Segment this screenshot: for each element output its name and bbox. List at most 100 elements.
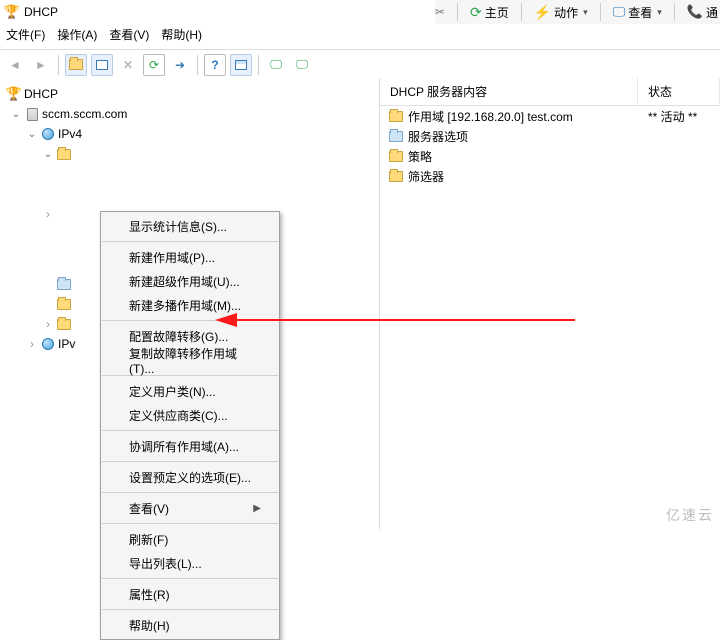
tree-ipv-label: IPv xyxy=(58,337,75,351)
tool-help-button[interactable]: ? xyxy=(204,54,226,76)
expand-icon[interactable] xyxy=(42,149,54,160)
column-header-status[interactable]: 状态 xyxy=(638,78,720,105)
folder-icon xyxy=(56,276,72,292)
expand-icon[interactable] xyxy=(10,109,22,120)
server-icon xyxy=(24,106,40,122)
refresh-icon: ⟳ xyxy=(470,4,482,21)
x-icon: ✕ xyxy=(123,58,133,72)
help-icon: ? xyxy=(211,58,218,72)
ctx-vendor-classes[interactable]: 定义供应商类(C)... xyxy=(101,403,279,427)
ctx-stats[interactable]: 显示统计信息(S)... xyxy=(101,214,279,238)
ribbon-view-button[interactable]: 🖵查看▾ xyxy=(613,4,662,21)
watermark: 亿速云 xyxy=(666,505,714,525)
tree-server[interactable]: sccm.sccm.com xyxy=(6,104,379,124)
menu-file[interactable]: 文件(F) xyxy=(6,26,45,43)
ctx-export[interactable]: 导出列表(L)... xyxy=(101,551,279,575)
ctx-user-classes[interactable]: 定义用户类(N)... xyxy=(101,379,279,403)
tree-ipv4[interactable]: IPv4 xyxy=(6,124,379,144)
ctx-new-superscope[interactable]: 新建超级作用域(U)... xyxy=(101,269,279,293)
folder-icon xyxy=(388,168,404,184)
panel-icon xyxy=(235,60,247,70)
expand-icon[interactable] xyxy=(42,317,54,331)
tool-export-button[interactable]: ➜ xyxy=(169,54,191,76)
tool-monitor1-button[interactable]: 🖵 xyxy=(265,54,287,76)
arrow-right-icon: ► xyxy=(35,58,47,72)
ctx-properties[interactable]: 属性(R) xyxy=(101,582,279,606)
folder-icon xyxy=(56,146,72,162)
table-row[interactable]: 筛选器 xyxy=(380,166,720,186)
folder-icon xyxy=(56,316,72,332)
ctx-new-multicast[interactable]: 新建多播作用域(M)... xyxy=(101,293,279,317)
trophy-icon: 🏆 xyxy=(6,86,22,102)
tool-refresh-button[interactable]: ⟳ xyxy=(143,54,165,76)
ctx-help[interactable]: 帮助(H) xyxy=(101,613,279,637)
table-row[interactable]: 服务器选项 xyxy=(380,126,720,146)
back-button[interactable]: ◄ xyxy=(4,54,26,76)
table-row[interactable]: 策略 xyxy=(380,146,720,166)
ctx-refresh[interactable]: 刷新(F) xyxy=(101,527,279,551)
separator xyxy=(258,55,259,75)
folder-blue-icon xyxy=(388,128,404,144)
separator xyxy=(674,3,675,21)
window-title: DHCP xyxy=(24,5,58,19)
ribbon-call-button[interactable]: 📞通 xyxy=(687,4,718,21)
menu-view[interactable]: 查看(V) xyxy=(109,26,149,43)
refresh-icon: ⟳ xyxy=(149,58,159,72)
content-pane: DHCP 服务器内容 状态 作用域 [192.168.20.0] test.co… xyxy=(380,78,720,529)
menu-action[interactable]: 操作(A) xyxy=(57,26,97,43)
ctx-new-scope[interactable]: 新建作用域(P)... xyxy=(101,245,279,269)
ribbon-cut-button[interactable]: ✂ xyxy=(435,5,445,19)
tree-root-label: DHCP xyxy=(24,87,58,101)
ribbon-toolbar: ✂ ⟳主页 ⚡动作 ▾ 🖵查看▾ 📞通 xyxy=(435,0,720,24)
folder-icon xyxy=(69,59,83,70)
expand-icon[interactable] xyxy=(26,337,38,351)
folder-icon xyxy=(388,108,404,124)
tree-scope[interactable] xyxy=(6,144,379,164)
folder-icon xyxy=(56,296,72,312)
separator xyxy=(197,55,198,75)
ribbon-call-label: 通 xyxy=(706,4,718,21)
tree-server-label: sccm.sccm.com xyxy=(42,107,127,121)
ribbon-home-label: 主页 xyxy=(485,4,509,21)
scissors-icon: ✂ xyxy=(435,5,445,19)
main-area: 🏆 DHCP sccm.sccm.com IPv4 xyxy=(0,78,720,529)
separator xyxy=(457,3,458,21)
menu-bar: 文件(F) 操作(A) 查看(V) 帮助(H) xyxy=(0,24,720,49)
row-label: 服务器选项 xyxy=(408,128,468,145)
tool-open-button[interactable] xyxy=(65,54,87,76)
chevron-right-icon: ▶ xyxy=(253,503,261,514)
toolbar: ◄ ► ✕ ⟳ ➜ ? 🖵 🖵 xyxy=(0,50,720,80)
menu-help[interactable]: 帮助(H) xyxy=(161,26,202,43)
tool-delete-button[interactable]: ✕ xyxy=(117,54,139,76)
expand-icon[interactable] xyxy=(42,207,54,221)
table-row[interactable]: 作用域 [192.168.20.0] test.com** 活动 ** xyxy=(380,106,720,126)
monitor-icon: 🖵 xyxy=(613,4,626,20)
ctx-copy-failover[interactable]: 复制故障转移作用域(T)... xyxy=(101,348,279,372)
ctx-reconcile[interactable]: 协调所有作用域(A)... xyxy=(101,434,279,458)
arrow-right-small-icon: ➜ xyxy=(175,58,185,72)
window-chrome: 🏆 DHCP ✂ ⟳主页 ⚡动作 ▾ 🖵查看▾ 📞通 文件(F) 操作(A) 查看… xyxy=(0,0,720,50)
ribbon-view-label: 查看 xyxy=(628,4,652,21)
grid-body[interactable]: 作用域 [192.168.20.0] test.com** 活动 ** 服务器选项… xyxy=(380,106,720,186)
tree-root[interactable]: 🏆 DHCP xyxy=(6,84,379,104)
app-icon: 🏆 xyxy=(4,4,20,20)
ribbon-home-button[interactable]: ⟳主页 xyxy=(470,4,509,21)
expand-icon[interactable] xyxy=(26,129,38,140)
forward-button[interactable]: ► xyxy=(30,54,52,76)
ctx-set-predef[interactable]: 设置预定义的选项(E)... xyxy=(101,465,279,489)
separator xyxy=(600,3,601,21)
ribbon-actions-label: 动作 xyxy=(554,4,578,21)
column-header-name[interactable]: DHCP 服务器内容 xyxy=(380,78,638,105)
globe-icon xyxy=(40,336,56,352)
dropdown-icon: ▾ xyxy=(583,7,588,18)
tool-window-button[interactable] xyxy=(91,54,113,76)
tool-monitor2-button[interactable]: 🖵 xyxy=(291,54,313,76)
bolt-icon: ⚡ xyxy=(534,4,551,21)
ribbon-actions-button[interactable]: ⚡动作 ▾ xyxy=(534,4,588,21)
monitors-icon: 🖵 xyxy=(296,57,308,72)
ctx-view[interactable]: 查看(V)▶ xyxy=(101,496,279,520)
globe-icon xyxy=(40,126,56,142)
window-icon xyxy=(96,60,108,70)
arrow-left-icon: ◄ xyxy=(9,58,21,72)
tool-details-button[interactable] xyxy=(230,54,252,76)
